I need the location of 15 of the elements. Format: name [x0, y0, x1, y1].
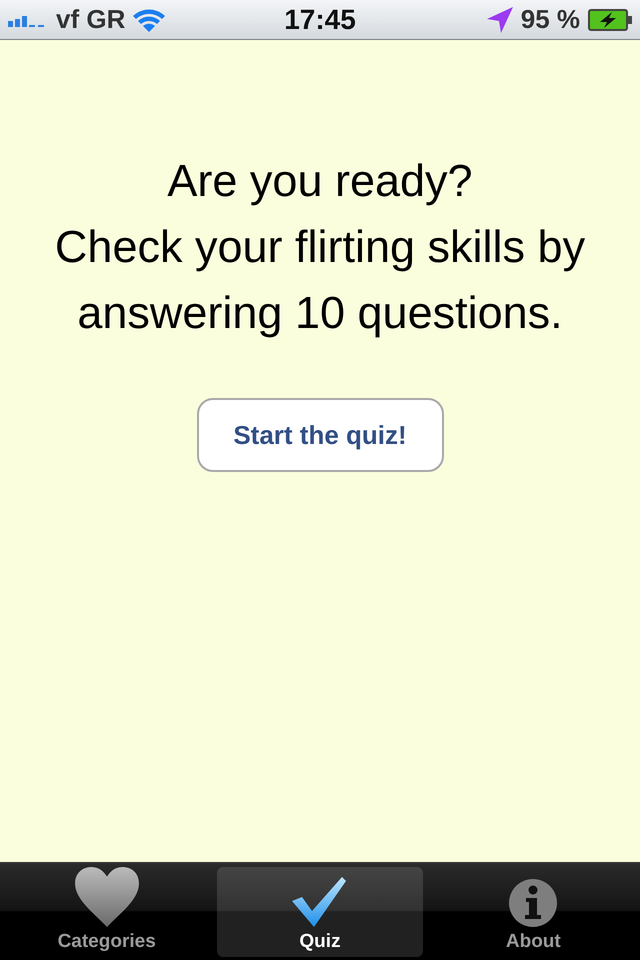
prompt-text: Check your flirting skills by answering 10 questions. — [54, 220, 586, 340]
clock-time: 17:45 — [284, 4, 356, 36]
prompt-text: Are you ready? — [166, 154, 474, 208]
checkmark-icon — [292, 877, 348, 927]
info-icon — [509, 879, 558, 927]
wifi-icon — [133, 8, 166, 32]
battery-percentage: 95 % — [520, 4, 580, 35]
battery-charging-icon — [588, 8, 632, 30]
heart-icon — [74, 867, 140, 927]
tab[interactable]: Quiz — [217, 867, 423, 957]
tab[interactable]: Categories — [4, 867, 210, 957]
tab[interactable]: About — [430, 867, 636, 957]
carrier-name: vf GR — [56, 4, 126, 35]
location-arrow-icon — [486, 6, 513, 32]
start-quiz-button[interactable]: Start the quiz! — [196, 398, 444, 472]
